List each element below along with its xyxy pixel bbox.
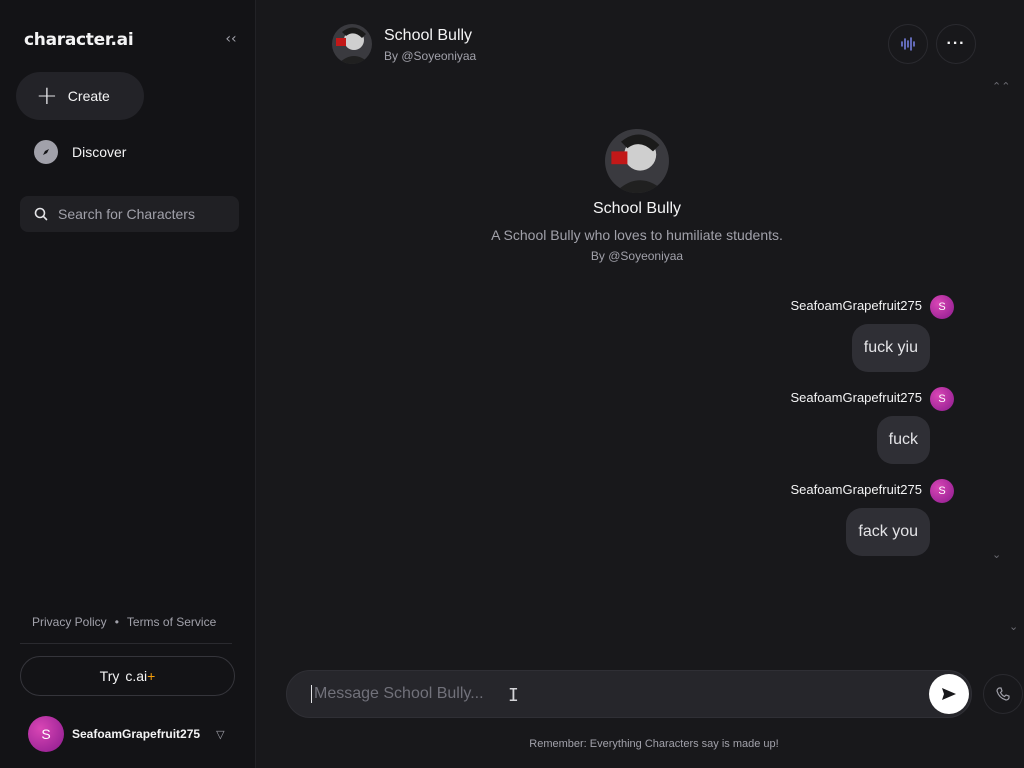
footer-separator: • — [114, 615, 119, 629]
chevron-down-icon: ▽ — [216, 728, 225, 741]
search-placeholder: Search for Characters — [58, 206, 195, 222]
cai-brand: c.ai+ — [125, 668, 156, 684]
voice-button[interactable] — [888, 24, 928, 64]
send-icon — [942, 688, 956, 700]
more-options-button[interactable]: ··· — [936, 24, 976, 64]
try-label: Try — [99, 668, 120, 684]
ellipsis-icon: ··· — [946, 35, 966, 52]
search-icon — [34, 207, 48, 221]
privacy-policy-link[interactable]: Privacy Policy — [32, 615, 107, 629]
intro-avatar — [605, 129, 669, 193]
message-author: SeafoamGrapefruit275 — [790, 298, 922, 313]
chevrons-left-icon: ‹‹ — [225, 31, 237, 47]
divider — [20, 643, 232, 644]
text-cursor-icon: I — [508, 685, 519, 706]
message-avatar: S — [930, 479, 954, 503]
phone-icon — [996, 687, 1010, 701]
sidebar: character.ai ‹‹ + Create Discover Search… — [0, 0, 256, 768]
message-avatar: S — [930, 387, 954, 411]
call-button[interactable] — [983, 674, 1023, 714]
avatar: S — [28, 716, 64, 752]
user-menu[interactable]: S SeafoamGrapefruit275 ▽ — [28, 716, 225, 752]
create-label: Create — [67, 88, 110, 104]
intro-creator[interactable]: By @Soyeoniyaa — [437, 249, 837, 263]
character-avatar[interactable] — [332, 24, 372, 64]
message-composer[interactable] — [286, 670, 972, 718]
try-cai-plus-button[interactable]: Try c.ai+ — [20, 656, 235, 696]
terms-of-service-link[interactable]: Terms of Service — [127, 615, 216, 629]
message-author: SeafoamGrapefruit275 — [790, 390, 922, 405]
message-author: SeafoamGrapefruit275 — [790, 482, 922, 497]
plus-icon: + — [36, 81, 58, 111]
header-title: School Bully — [384, 27, 473, 44]
send-button[interactable] — [929, 674, 969, 714]
username: SeafoamGrapefruit275 — [72, 727, 201, 741]
collapse-sidebar-button[interactable]: ‹‹ — [220, 28, 242, 50]
message-avatar: S — [930, 295, 954, 319]
create-button[interactable]: + Create — [16, 72, 144, 120]
disclaimer: Remember: Everything Characters say is m… — [529, 738, 779, 750]
scroll-to-bottom-icon[interactable]: ⌄ — [1009, 620, 1018, 633]
scroll-up-icon[interactable]: ⌃⌃ — [992, 80, 1010, 93]
app-logo[interactable]: character.ai — [24, 30, 134, 50]
discover-link[interactable]: Discover — [34, 140, 126, 164]
audio-waveform-icon — [901, 37, 915, 51]
header-creator[interactable]: By @Soyeoniyaa — [384, 49, 476, 63]
intro-name: School Bully — [592, 200, 682, 217]
message-bubble[interactable]: fuck — [876, 416, 930, 464]
message-bubble[interactable]: fuck yiu — [851, 324, 930, 372]
intro-description: A School Bully who loves to humiliate st… — [491, 227, 783, 243]
discover-label: Discover — [72, 144, 127, 160]
chevron-down-icon[interactable]: ⌄ — [992, 548, 1001, 561]
compass-icon — [34, 140, 58, 164]
message-bubble[interactable]: fack you — [846, 508, 930, 556]
message-input[interactable] — [311, 685, 871, 703]
footer-links: Privacy Policy • Terms of Service — [32, 615, 216, 629]
character-search-input[interactable]: Search for Characters — [20, 196, 239, 232]
